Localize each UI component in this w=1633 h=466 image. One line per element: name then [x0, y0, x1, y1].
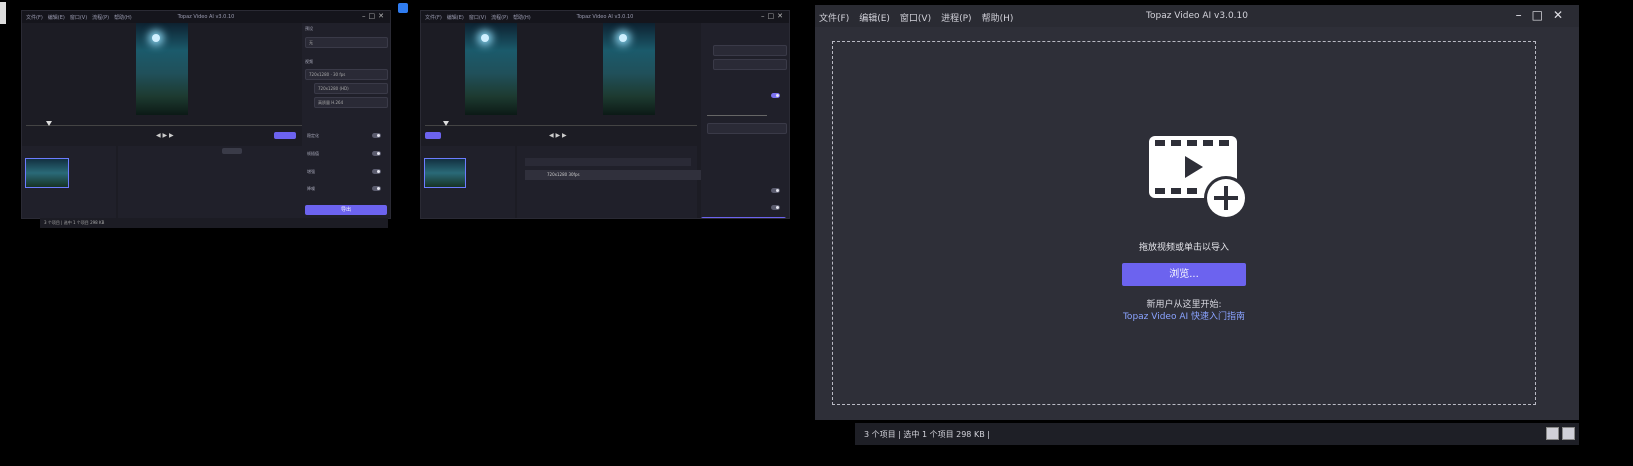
window-2-title: Topaz Video AI v3.0.10 [576, 14, 634, 20]
view-toggle-group [1543, 427, 1575, 442]
status-text: 3 个项目 | 选中 1 个项目 298 KB | [864, 430, 990, 439]
quickstart-guide-link[interactable]: Topaz Video AI 快速入门指南 [833, 309, 1535, 322]
output-row-2[interactable]: 720x1280 30fps [525, 170, 713, 180]
export-button[interactable]: 导出 [701, 217, 786, 218]
window-controls: –□✕ [1516, 8, 1573, 22]
timeline-track[interactable] [425, 125, 697, 126]
app-icon[interactable] [398, 3, 408, 13]
grid-view-icon[interactable] [1562, 427, 1575, 440]
frame-interp-label: 帧插值 [307, 151, 319, 156]
preset-label: 预设 [305, 26, 313, 31]
video-preview-output [603, 23, 655, 115]
codec-select[interactable] [713, 59, 787, 70]
stabilize-label: 稳定化 [307, 133, 319, 138]
playhead[interactable] [443, 121, 449, 126]
play-icon[interactable]: ◀ ▶ ▶ [549, 132, 567, 139]
add-video-icon [1149, 136, 1248, 220]
output-tab[interactable] [222, 148, 242, 154]
video-info: 720x1280 · 30 fps [305, 69, 388, 80]
window-2: 文件(F) 编辑(E) 窗口(V) 流程(P) 帮助(H) Topaz Video AI… [420, 10, 790, 219]
browse-button[interactable]: 浏览... [1122, 263, 1246, 286]
enhance-toggle[interactable] [372, 169, 381, 174]
main-window: 文件(F) 编辑(E) 窗口(V) 进程(P) 帮助(H) Topaz Video AI… [815, 5, 1579, 420]
settings-panel: 预设 无 视频 720x1280 · 30 fps 720x1280 (HD) … [302, 23, 390, 218]
window-1-footer: 3 个项目 | 选中 1 个项目 298 KB [40, 218, 388, 228]
video-preview-original [465, 23, 517, 115]
play-icon[interactable]: ◀ ▶ ▶ [156, 132, 174, 139]
video-label: 视频 [305, 59, 313, 64]
model-select[interactable] [707, 123, 787, 134]
list-view-icon[interactable] [1546, 427, 1559, 440]
frame-interp-toggle[interactable] [771, 188, 780, 193]
desktop-edge-text [0, 2, 6, 24]
timeline-track[interactable] [26, 125, 302, 126]
window-1-title: Topaz Video AI v3.0.10 [177, 14, 235, 20]
drop-zone[interactable]: 拖放视频或单击以导入 浏览... 新用户从这里开始: Topaz Video A… [832, 41, 1536, 405]
frame-interp-toggle[interactable] [372, 151, 381, 156]
window-1-controls[interactable]: –□✕ [362, 12, 387, 20]
input-panel [22, 146, 116, 218]
output-size-select[interactable]: 720x1280 (HD) [314, 83, 388, 94]
stabilize-toggle[interactable] [372, 133, 381, 138]
output-row-1[interactable] [525, 158, 691, 166]
main-titlebar: 文件(F) 编辑(E) 窗口(V) 进程(P) 帮助(H) Topaz Video AI… [815, 5, 1579, 27]
window-2-titlebar: 文件(F) 编辑(E) 窗口(V) 流程(P) 帮助(H) Topaz Video AI… [421, 11, 789, 23]
output-panel [118, 146, 302, 218]
close-icon[interactable]: ✕ [1553, 8, 1573, 22]
preset-select[interactable]: 无 [305, 37, 388, 48]
clip-thumbnail[interactable] [424, 158, 466, 188]
denoise-label: 降噪 [307, 186, 315, 191]
denoise-toggle[interactable] [372, 186, 381, 191]
export-button[interactable]: 导出 [305, 205, 387, 215]
maximize-icon[interactable]: □ [1532, 8, 1553, 22]
compare-button[interactable] [274, 132, 296, 139]
clip-thumbnail[interactable] [25, 158, 69, 188]
window-1: 文件(F) 编辑(E) 窗口(V) 流程(P) 帮助(H) Topaz Video AI… [21, 10, 391, 219]
window-1-titlebar: 文件(F) 编辑(E) 窗口(V) 流程(P) 帮助(H) Topaz Video AI… [22, 11, 390, 23]
status-bar: 3 个项目 | 选中 1 个项目 298 KB | [855, 423, 1579, 445]
stabilize-toggle[interactable] [771, 205, 780, 210]
output-panel: 720x1280 30fps [517, 146, 713, 218]
input-panel [421, 146, 515, 218]
strength-slider[interactable] [707, 115, 767, 116]
enhance-label: 增强 [307, 169, 315, 174]
view-mode-button[interactable] [425, 132, 441, 139]
settings-panel: 导出 [701, 23, 789, 218]
video-preview [136, 23, 188, 115]
playhead[interactable] [46, 121, 52, 126]
minimize-icon[interactable]: – [1516, 8, 1532, 22]
output-size-select[interactable] [713, 45, 787, 56]
codec-select[interactable]: 高质量 H.264 [314, 97, 388, 108]
app-title: Topaz Video AI v3.0.10 [1146, 11, 1248, 21]
window-2-controls[interactable]: –□✕ [761, 12, 786, 20]
enhance-toggle[interactable] [771, 93, 780, 98]
drop-instruction: 拖放视频或单击以导入 [1138, 243, 1229, 253]
